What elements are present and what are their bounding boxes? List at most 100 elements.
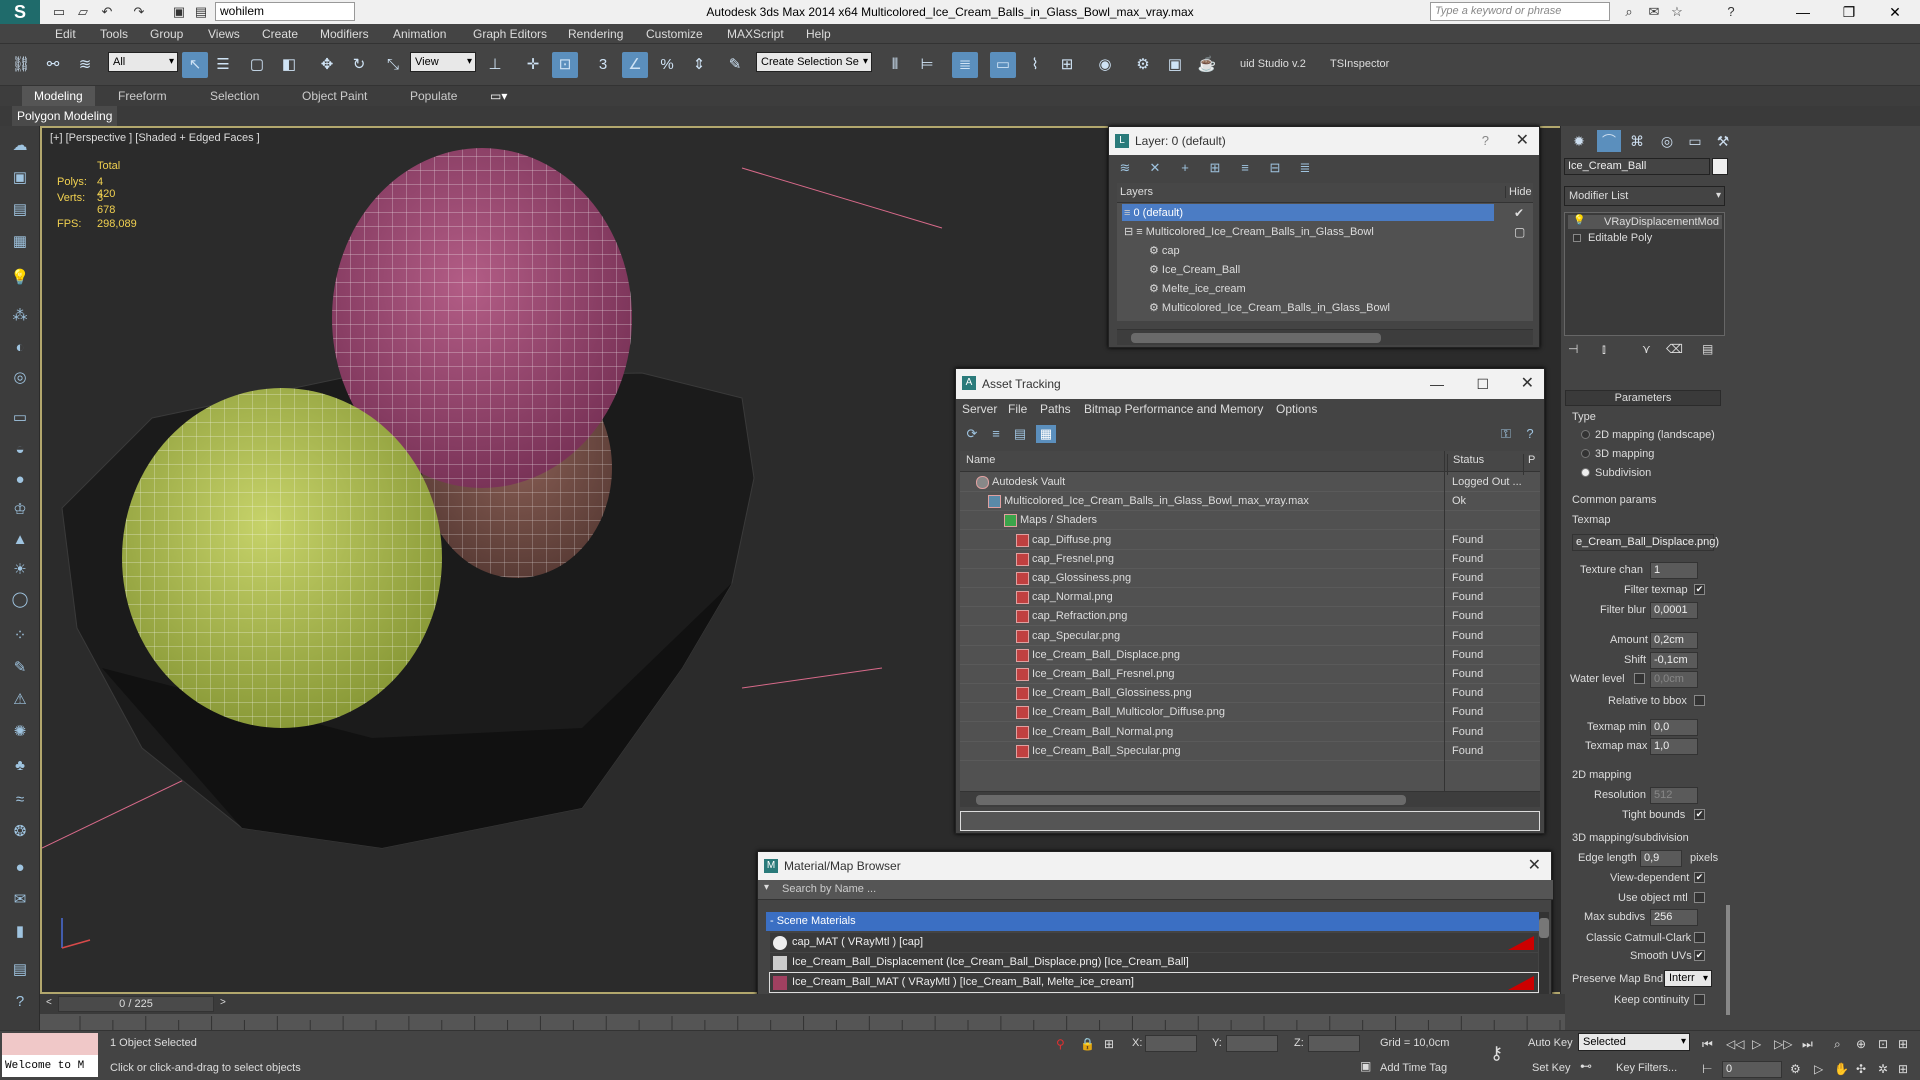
pivot-icon[interactable]: ⊥: [482, 52, 508, 78]
asset-row[interactable]: Ice_Cream_Ball_Normal.png Found: [960, 723, 1540, 742]
material-row-ice-cream[interactable]: Ice_Cream_Ball_MAT ( VRayMtl ) [Ice_Crea…: [769, 972, 1539, 993]
bar-chart-icon[interactable]: ▮: [7, 920, 33, 944]
window-crossing-icon[interactable]: ◧: [276, 52, 302, 78]
key-filter-icon[interactable]: ⊷: [1580, 1059, 1592, 1073]
binoculars-icon[interactable]: ⌕: [1620, 3, 1638, 21]
help-circle-icon[interactable]: ?: [7, 990, 33, 1014]
menu-graph-editors[interactable]: Graph Editors: [473, 24, 547, 44]
asset-row[interactable]: cap_Specular.png Found: [960, 627, 1540, 646]
cone-icon[interactable]: ▲: [7, 528, 33, 552]
motion-tab-icon[interactable]: ◎: [1655, 130, 1679, 152]
menu-customize[interactable]: Customize: [646, 24, 703, 44]
keyword-search-input[interactable]: Type a keyword or phrase: [1430, 2, 1610, 21]
use-object-mtl-checkbox[interactable]: [1694, 892, 1705, 903]
asset-row[interactable]: cap_Normal.png Found: [960, 588, 1540, 608]
asset-row[interactable]: Ice_Cream_Ball_Displace.png Found: [960, 646, 1540, 665]
workspace-dropdown[interactable]: wohilem: [215, 2, 355, 21]
tight-bounds-checkbox[interactable]: ✔: [1694, 809, 1705, 820]
object-color-swatch[interactable]: [1712, 158, 1728, 175]
zoom-all-icon[interactable]: ⊕: [1856, 1037, 1866, 1051]
plane-icon[interactable]: ◒: [7, 438, 33, 462]
vault-connect-icon[interactable]: ⚿: [1496, 425, 1516, 443]
asset-row[interactable]: cap_Fresnel.png Found: [960, 550, 1540, 569]
radio-2d-mapping[interactable]: [1581, 430, 1590, 439]
set-key-button[interactable]: Set Key: [1532, 1062, 1571, 1074]
layers-icon[interactable]: ≋: [1115, 159, 1135, 177]
sphere-icon[interactable]: ●: [7, 468, 33, 492]
goto-start-icon[interactable]: ⏮: [1702, 1037, 1713, 1052]
refresh-icon[interactable]: ⟳: [962, 425, 982, 443]
vault-help-icon[interactable]: ?: [1520, 425, 1540, 443]
material-row-displacement[interactable]: Ice_Cream_Ball_Displacement (Ice_Cream_B…: [770, 953, 1538, 972]
make-unique-icon[interactable]: ⋎: [1642, 342, 1651, 356]
classic-cc-checkbox[interactable]: [1694, 932, 1705, 943]
field-of-view-icon[interactable]: ▷: [1814, 1062, 1823, 1076]
menu-rendering[interactable]: Rendering: [568, 24, 623, 44]
menu-server[interactable]: Server: [962, 402, 997, 416]
close-icon[interactable]: ✕: [1516, 127, 1529, 155]
modifier-list-dropdown[interactable]: Modifier List: [1564, 186, 1725, 206]
layer-hscrollbar[interactable]: [1117, 329, 1533, 345]
studio-label[interactable]: uid Studio v.2: [1240, 58, 1306, 70]
maxscript-mini-listener[interactable]: Welcome to M: [2, 1055, 98, 1077]
col-path[interactable]: P: [1523, 454, 1535, 475]
texmap-max-field[interactable]: 1,0: [1650, 738, 1698, 755]
unlink-icon[interactable]: ⚯: [40, 52, 66, 78]
rotate-icon[interactable]: ↻: [346, 52, 372, 78]
layer-row-multicolored[interactable]: ⊟ ≡ Multicolored_Ice_Cream_Balls_in_Glas…: [1117, 222, 1533, 241]
globe-icon[interactable]: ✺: [7, 720, 33, 744]
stack-item-vraydisplacement[interactable]: VRayDisplacementMod: [1568, 215, 1722, 229]
key-mode-dropdown[interactable]: Selected: [1578, 1033, 1690, 1051]
spinner-snap-icon[interactable]: ⇕: [686, 52, 712, 78]
star-icon[interactable]: ☆: [1668, 3, 1686, 21]
cmd-vscrollbar[interactable]: [1726, 905, 1730, 1015]
stack-item-editable-poly[interactable]: Editable Poly: [1568, 231, 1722, 245]
undo-icon[interactable]: ↶: [98, 3, 116, 21]
col-name[interactable]: Name: [966, 454, 995, 466]
close-icon[interactable]: ✕: [1521, 369, 1534, 399]
material-editor-icon[interactable]: ◉: [1092, 52, 1118, 78]
layer-row-melte[interactable]: ⚙ Melte_ice_cream: [1117, 279, 1533, 298]
utilities-tab-icon[interactable]: ⚒: [1711, 130, 1735, 152]
torus-icon[interactable]: ◯: [7, 588, 33, 612]
delete-layer-icon[interactable]: ✕: [1145, 159, 1165, 177]
paint-icon[interactable]: ✎: [7, 656, 33, 680]
asset-panel-titlebar[interactable]: A Asset Tracking — ☐ ✕: [956, 369, 1544, 399]
menu-paths[interactable]: Paths: [1040, 402, 1071, 416]
camera-icon[interactable]: ◐: [7, 336, 33, 360]
asset-row[interactable]: cap_Refraction.png Found: [960, 607, 1540, 627]
angle-snap-icon[interactable]: ∠: [622, 52, 648, 78]
select-by-name-icon[interactable]: ☰: [210, 52, 236, 78]
col-status[interactable]: Status: [1447, 454, 1484, 475]
plant-icon[interactable]: ♣: [7, 754, 33, 778]
layer-toggle-icon[interactable]: ▢: [1514, 223, 1525, 242]
maximize-viewport-icon[interactable]: ⊞: [1898, 1062, 1908, 1076]
display-tab-icon[interactable]: ▭: [1683, 130, 1707, 152]
x-coord-field[interactable]: [1145, 1035, 1197, 1052]
keyboard-shortcut-icon[interactable]: ⊡: [552, 52, 578, 78]
select-in-layer-icon[interactable]: ≡: [1235, 159, 1255, 177]
parameters-rollout[interactable]: Parameters: [1565, 390, 1721, 406]
y-coord-field[interactable]: [1226, 1035, 1278, 1052]
asset-row[interactable]: cap_Glossiness.png Found: [960, 569, 1540, 588]
tab-populate[interactable]: Populate: [410, 86, 457, 106]
smooth-uvs-checkbox[interactable]: ✔: [1694, 950, 1705, 961]
named-selection-dropdown[interactable]: Create Selection Se: [756, 52, 872, 72]
align-icon[interactable]: ⊨: [914, 52, 940, 78]
absolute-mode-icon[interactable]: ⊞: [1104, 1037, 1114, 1051]
tab-modeling[interactable]: Modeling: [22, 86, 95, 106]
layer-row-default[interactable]: ≡ 0 (default) ✔: [1117, 203, 1533, 222]
shift-field[interactable]: -0,1cm: [1650, 652, 1698, 669]
spreadsheet-icon[interactable]: ▤: [7, 198, 33, 222]
time-tag-icon[interactable]: ▣: [1360, 1059, 1371, 1073]
menu-bitmap[interactable]: Bitmap Performance and Memory: [1084, 402, 1263, 416]
configure-sets-icon[interactable]: ▤: [1702, 342, 1713, 356]
selection-filter-dropdown[interactable]: All: [108, 52, 178, 72]
add-time-tag[interactable]: Add Time Tag: [1380, 1062, 1447, 1074]
hierarchy-tab-icon[interactable]: ⌘: [1625, 130, 1649, 152]
sun-icon[interactable]: ☀: [7, 558, 33, 582]
layer-row-cap[interactable]: ⚙ cap: [1117, 241, 1533, 260]
clipboard-icon[interactable]: ▤: [7, 958, 33, 982]
water-level-field[interactable]: 0,0cm: [1650, 671, 1698, 688]
particle-icon[interactable]: ⁂: [7, 304, 33, 328]
